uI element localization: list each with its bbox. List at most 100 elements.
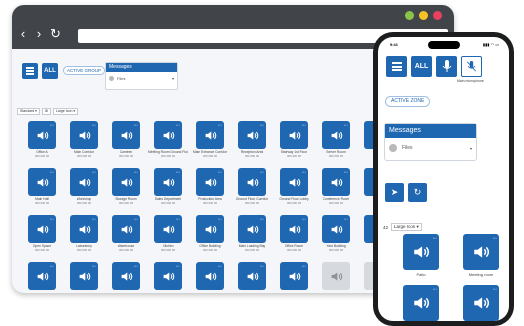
speaker-button[interactable]: ••• <box>70 262 98 290</box>
speaker-tile[interactable]: ••• Meeting room <box>454 234 508 277</box>
status-dots-icon: ••• <box>492 236 497 240</box>
close-button[interactable] <box>433 11 442 20</box>
speaker-button[interactable]: ••• <box>238 168 266 196</box>
filter-chip[interactable]: ⊞ <box>41 108 51 115</box>
speaker-tile[interactable]: ••• <box>273 262 315 291</box>
speaker-button[interactable]: ••• <box>28 215 56 243</box>
speaker-tile[interactable]: ••• Canteen 000 000 00 <box>105 121 147 158</box>
speaker-tile[interactable]: ••• Meeting Room Ground Floor 000 000 00 <box>147 121 189 158</box>
speaker-button[interactable]: ••• <box>280 168 308 196</box>
speaker-button[interactable]: ••• <box>154 215 182 243</box>
speaker-button[interactable]: ••• <box>28 168 56 196</box>
speaker-tile[interactable]: ••• Office Building 000 000 00 <box>189 215 231 252</box>
forward-icon[interactable]: › <box>34 27 44 41</box>
speaker-tile[interactable]: ••• Storage Room 000 000 00 <box>105 168 147 205</box>
menu-button[interactable] <box>386 56 407 77</box>
speaker-button[interactable]: ••• <box>322 262 350 290</box>
zoom-button[interactable] <box>419 11 428 20</box>
speaker-button[interactable]: ••• <box>463 234 499 270</box>
speaker-tile[interactable]: ••• <box>454 285 508 321</box>
all-button[interactable]: ALL <box>411 56 432 77</box>
messages-select[interactable]: Files ▾ <box>106 72 177 85</box>
speaker-tile[interactable]: ••• <box>105 262 147 291</box>
speaker-tile[interactable]: ••• Sales Department 000 000 00 <box>147 168 189 205</box>
speaker-tile[interactable]: ••• Main Hall 000 000 00 <box>21 168 63 205</box>
status-dots-icon: ••• <box>301 264 306 268</box>
speaker-tile[interactable]: ••• Office A 000 000 00 <box>21 121 63 158</box>
speaker-button[interactable]: ••• <box>280 262 308 290</box>
speaker-button[interactable]: ••• <box>196 168 224 196</box>
speaker-tile[interactable]: ••• Patio <box>394 234 448 277</box>
speaker-icon <box>289 271 300 281</box>
speaker-button[interactable]: ••• <box>70 168 98 196</box>
speaker-tile[interactable]: ••• <box>147 262 189 291</box>
speaker-tile[interactable]: ••• Conference Room 000 000 00 <box>315 168 357 205</box>
speaker-button[interactable]: ••• <box>112 121 140 149</box>
speaker-tile[interactable]: ••• <box>189 262 231 291</box>
active-group-button[interactable]: ACTIVE GROUP <box>63 66 106 75</box>
minimize-button[interactable] <box>405 11 414 20</box>
speaker-tile[interactable]: ••• Main Entrance Corridor 000 000 00 <box>189 121 231 158</box>
all-button[interactable]: ALL <box>42 63 58 79</box>
speaker-tile[interactable]: ••• Open Space 000 000 00 <box>21 215 63 252</box>
menu-button[interactable] <box>22 63 38 79</box>
repeat-button[interactable]: ↻ <box>408 183 427 202</box>
speaker-button[interactable]: ••• <box>112 215 140 243</box>
speaker-tile[interactable]: ••• Ground Floor Lobby 000 000 00 <box>273 168 315 205</box>
speaker-icon <box>474 297 490 309</box>
filter-chip[interactable]: Standard ▾ <box>17 108 40 115</box>
speaker-button[interactable]: ••• <box>70 121 98 149</box>
speaker-button[interactable]: ••• <box>154 262 182 290</box>
speaker-tile[interactable]: ••• Server Room 000 000 00 <box>315 121 357 158</box>
speaker-button[interactable]: ••• <box>196 215 224 243</box>
reload-icon[interactable]: ↻ <box>50 27 61 41</box>
speaker-button[interactable]: ••• <box>463 285 499 321</box>
speaker-tile[interactable]: ••• Laboratory 000 000 00 <box>63 215 105 252</box>
speaker-tile[interactable]: ••• <box>394 285 448 321</box>
back-icon[interactable]: ‹ <box>18 27 28 41</box>
speaker-tile[interactable]: ••• <box>63 262 105 291</box>
speaker-button[interactable]: ••• <box>238 215 266 243</box>
speaker-button[interactable]: ••• <box>196 121 224 149</box>
speaker-tile[interactable]: ••• Warehouse 000 000 00 <box>105 215 147 252</box>
speaker-button[interactable]: ••• <box>28 121 56 149</box>
messages-select[interactable]: Files ▾ <box>385 138 476 158</box>
speaker-button[interactable]: ••• <box>154 121 182 149</box>
mic-settings-button[interactable] <box>461 56 482 77</box>
speaker-button[interactable]: ••• <box>280 215 308 243</box>
speaker-tile[interactable]: ••• Office Room 000 000 00 <box>273 215 315 252</box>
speaker-button[interactable]: ••• <box>322 168 350 196</box>
speaker-button[interactable]: ••• <box>238 121 266 149</box>
speaker-button[interactable]: ••• <box>112 262 140 290</box>
play-button[interactable]: ➤ <box>385 183 404 202</box>
status-dots-icon: ••• <box>49 217 54 221</box>
messages-select-value: Files <box>117 76 126 81</box>
speaker-button[interactable]: ••• <box>322 215 350 243</box>
speaker-button[interactable]: ••• <box>28 262 56 290</box>
speaker-button[interactable]: ••• <box>196 262 224 290</box>
speaker-tile[interactable]: ••• Ground Floor Corridor 000 000 00 <box>231 168 273 205</box>
speaker-button[interactable]: ••• <box>403 234 439 270</box>
filter-chip[interactable]: Large Icon ▾ <box>52 108 79 115</box>
speaker-button[interactable]: ••• <box>403 285 439 321</box>
speaker-tile[interactable]: ••• Main Corridor 000 000 00 <box>63 121 105 158</box>
speaker-tile[interactable]: ••• Workshop 000 000 00 <box>63 168 105 205</box>
microphone-button[interactable] <box>436 56 457 77</box>
speaker-tile[interactable]: ••• <box>315 262 357 291</box>
speaker-button[interactable]: ••• <box>280 121 308 149</box>
speaker-tile[interactable]: ••• Main Loading Bay 000 000 00 <box>231 215 273 252</box>
speaker-tile[interactable]: ••• Kitchen 000 000 00 <box>147 215 189 252</box>
speaker-tile[interactable]: ••• <box>231 262 273 291</box>
speaker-button[interactable]: ••• <box>238 262 266 290</box>
speaker-tile[interactable]: ••• Reception Area 000 000 00 <box>231 121 273 158</box>
speaker-button[interactable]: ••• <box>70 215 98 243</box>
speaker-tile[interactable]: ••• Production Area 000 000 00 <box>189 168 231 205</box>
speaker-tile[interactable]: ••• Stairway 1st Floor 000 000 00 <box>273 121 315 158</box>
speaker-button[interactable]: ••• <box>154 168 182 196</box>
speaker-button[interactable]: ••• <box>322 121 350 149</box>
view-select[interactable]: Large Icon ▾ <box>391 223 422 231</box>
speaker-tile[interactable]: ••• <box>21 262 63 291</box>
speaker-button[interactable]: ••• <box>112 168 140 196</box>
active-zone-button[interactable]: ACTIVE ZONE <box>385 96 431 107</box>
speaker-tile[interactable]: ••• Yard Building 000 000 00 <box>315 215 357 252</box>
